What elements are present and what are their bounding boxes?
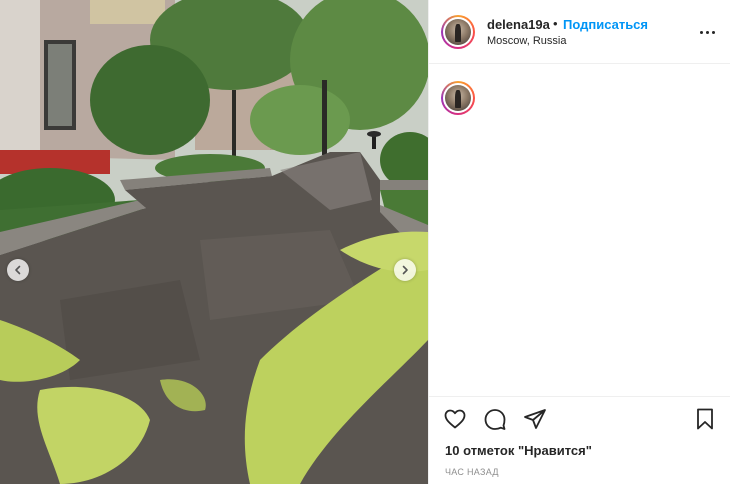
post-media[interactable] — [0, 0, 428, 484]
share-button[interactable] — [523, 407, 549, 433]
next-photo-button[interactable] — [394, 259, 416, 281]
location-link[interactable]: Moscow, Russia — [487, 35, 566, 47]
post-timestamp[interactable]: ЧАС НАЗАД — [445, 467, 499, 477]
username-link[interactable]: delena19a — [487, 17, 550, 32]
chevron-left-icon — [15, 265, 21, 275]
bookmark-icon — [697, 408, 713, 430]
separator-dot: • — [553, 16, 558, 31]
post-container: delena19a • Подписаться Moscow, Russia 1… — [0, 0, 730, 484]
avatar-image — [445, 19, 471, 45]
action-bar: 10 отметок "Нравится" ЧАС НАЗАД — [429, 396, 730, 485]
prev-photo-button[interactable] — [7, 259, 29, 281]
more-dot — [711, 30, 715, 34]
heart-icon — [444, 409, 466, 429]
post-header: delena19a • Подписаться Moscow, Russia — [429, 0, 730, 64]
likes-count[interactable]: 10 отметок "Нравится" — [445, 443, 592, 458]
more-dot — [699, 30, 703, 34]
paper-plane-icon — [524, 409, 546, 429]
comment-button[interactable] — [483, 407, 509, 433]
comment-icon — [484, 409, 506, 430]
caption-avatar[interactable] — [441, 81, 475, 115]
follow-button[interactable]: Подписаться — [563, 17, 648, 32]
avatar-image — [445, 85, 471, 111]
avatar[interactable] — [441, 15, 475, 49]
post-photo — [0, 0, 428, 484]
post-sidebar: delena19a • Подписаться Moscow, Russia 1… — [428, 0, 730, 484]
more-options-button[interactable] — [695, 22, 719, 42]
save-button[interactable] — [693, 407, 719, 433]
like-button[interactable] — [443, 407, 469, 433]
chevron-right-icon — [402, 265, 408, 275]
more-dot — [705, 30, 709, 34]
